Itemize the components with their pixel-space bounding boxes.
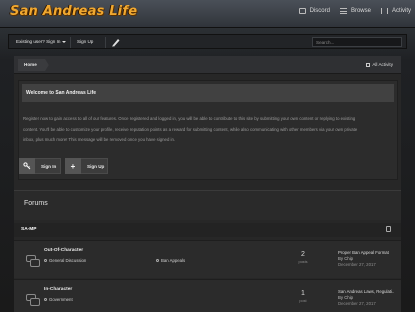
divider bbox=[105, 37, 106, 48]
post-count-label: post bbox=[299, 299, 307, 303]
circle-icon bbox=[44, 259, 47, 263]
site-logo[interactable]: San Andreas Life bbox=[10, 4, 137, 19]
nav-activity[interactable]: Activity bbox=[380, 8, 411, 14]
welcome-text: Register now to gain access to all of ou… bbox=[23, 114, 395, 146]
circle-icon bbox=[156, 259, 159, 263]
last-post-author[interactable]: By Chip bbox=[338, 256, 353, 261]
signup-link[interactable]: Sign Up bbox=[77, 39, 93, 44]
nav-activity-label: Activity bbox=[391, 8, 411, 14]
welcome-text-line: Register now to gain access to all of ou… bbox=[23, 116, 356, 121]
breadcrumb: Home All Activity bbox=[14, 56, 401, 74]
forums-header: Forums bbox=[14, 190, 401, 220]
top-bar: San Andreas Life Discord Browse Activity bbox=[0, 0, 415, 28]
circle-icon bbox=[44, 298, 47, 302]
user-bar: Existing user? Sign In Sign Up Search... bbox=[8, 34, 407, 49]
plus-icon: + bbox=[65, 158, 81, 174]
signin-label: Existing user? Sign In bbox=[16, 39, 61, 44]
nav-discord[interactable]: Discord bbox=[298, 8, 330, 14]
forum-title[interactable]: Out-Of-Character bbox=[44, 248, 83, 253]
divider bbox=[70, 37, 71, 48]
signin-button[interactable]: Sign In bbox=[19, 158, 61, 174]
welcome-text-line: content. You'll be able to customize you… bbox=[23, 126, 358, 132]
forum-row[interactable]: Out-Of-Character General Discussion Ban … bbox=[14, 240, 401, 278]
signup-button[interactable]: + Sign Up bbox=[65, 158, 108, 174]
collapse-icon[interactable] bbox=[386, 226, 391, 232]
last-post-date: December 27, 2017 bbox=[338, 301, 376, 306]
signup-button-label: Sign Up bbox=[87, 163, 105, 169]
nav-discord-label: Discord bbox=[309, 8, 330, 14]
post-count: 2 bbox=[301, 251, 305, 258]
last-post-title[interactable]: San Andreas Laws, Regulati.. bbox=[338, 289, 394, 294]
browse-icon bbox=[339, 8, 347, 14]
breadcrumb-home[interactable]: Home bbox=[18, 59, 49, 71]
forums-title: Forums bbox=[24, 200, 48, 207]
search-input[interactable]: Search... bbox=[312, 37, 402, 47]
last-post-date: December 27, 2017 bbox=[338, 262, 376, 267]
all-activity-label: All Activity bbox=[372, 62, 393, 67]
nav-browse[interactable]: Browse bbox=[339, 8, 371, 14]
nav-browse-label: Browse bbox=[350, 8, 371, 14]
signin-button-label: Sign In bbox=[41, 163, 57, 169]
chevron-down-icon bbox=[62, 40, 67, 43]
subforum-link[interactable]: General Discussion bbox=[44, 258, 86, 263]
subforum-link[interactable]: Government bbox=[44, 297, 73, 302]
subforum-label: Government bbox=[49, 297, 73, 302]
chat-bubbles-icon bbox=[26, 255, 40, 267]
last-post-title[interactable]: Proper Ban Appeal Format bbox=[338, 250, 389, 255]
subforum-label: General Discussion bbox=[49, 258, 87, 263]
paintbrush-icon[interactable] bbox=[111, 37, 121, 47]
forum-row[interactable]: In-Character Government 1 post San Andre… bbox=[14, 279, 401, 312]
all-activity-link[interactable]: All Activity bbox=[366, 62, 393, 67]
subforum-link[interactable]: Ban Appeals bbox=[156, 258, 185, 263]
post-count-label: posts bbox=[298, 260, 308, 264]
welcome-title: Welcome to San Andreas Life bbox=[22, 84, 394, 102]
activity-icon bbox=[380, 8, 388, 14]
welcome-text-line: inbox, plus much more! This message will… bbox=[23, 137, 176, 142]
post-count: 1 bbox=[301, 290, 305, 297]
search-placeholder: Search... bbox=[316, 40, 335, 45]
discord-icon bbox=[298, 8, 306, 14]
chat-bubbles-icon bbox=[26, 294, 40, 306]
activity-icon bbox=[366, 62, 371, 67]
key-icon bbox=[19, 158, 35, 174]
signin-link[interactable]: Existing user? Sign In bbox=[16, 39, 67, 44]
subforum-label: Ban Appeals bbox=[161, 258, 186, 263]
forum-title[interactable]: In-Character bbox=[44, 287, 72, 292]
category-title[interactable]: SA-MP bbox=[21, 227, 36, 232]
last-post-author[interactable]: By Chip bbox=[338, 295, 353, 300]
category-bar: SA-MP bbox=[14, 223, 401, 237]
top-nav: Discord Browse Activity bbox=[298, 8, 411, 14]
